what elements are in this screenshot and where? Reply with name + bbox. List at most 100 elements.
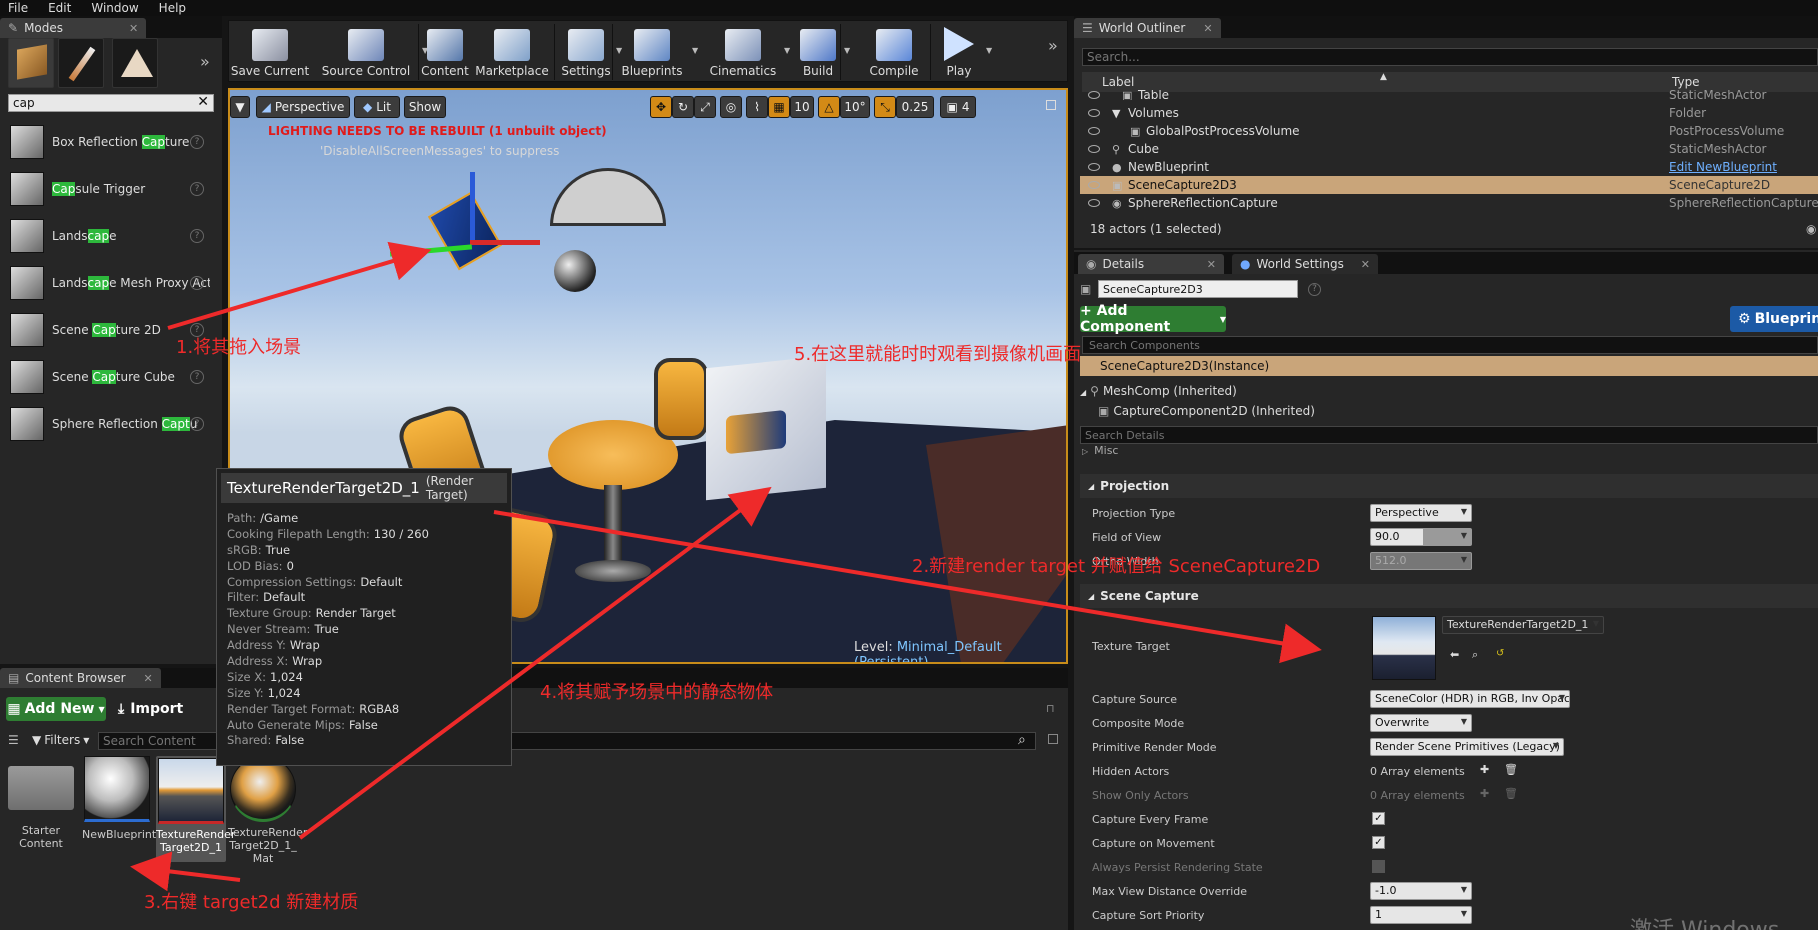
menu-window[interactable]: Window [91, 1, 138, 15]
grid-snap-icon[interactable]: ▦ [768, 96, 790, 118]
viewport-options-button[interactable]: ▼ [230, 96, 250, 118]
ortho-width-field[interactable]: 512.0 [1370, 552, 1472, 570]
actor-name-input[interactable] [1098, 280, 1298, 298]
outliner-row[interactable]: ▣ Table StaticMeshActor [1080, 90, 1818, 100]
perspective-button[interactable]: ◢ Perspective [256, 96, 350, 118]
grid-snap-value[interactable]: 10 [790, 96, 814, 118]
close-icon[interactable]: ✕ [1361, 258, 1370, 271]
prim-render-dropdown[interactable]: Render Scene Primitives (Legacy) [1370, 738, 1564, 756]
place-item[interactable]: Capsule Trigger? [10, 169, 210, 209]
use-selected-icon[interactable]: ⬅ [1450, 648, 1459, 661]
scale-snap-icon[interactable]: ⤡ [874, 96, 896, 118]
help-icon[interactable]: ? [190, 370, 204, 384]
sort-priority-field[interactable]: 1 [1370, 906, 1472, 924]
clear-icon[interactable]: ✕ [197, 94, 209, 110]
search-details-input[interactable] [1080, 426, 1818, 444]
chevron-down-icon[interactable]: ▼ [844, 46, 850, 55]
outliner-row[interactable]: ⚲ Cube StaticMeshActor [1080, 140, 1818, 158]
tab-world-outliner[interactable]: ☰ World Outliner ✕ [1074, 18, 1221, 38]
scale-snap-value[interactable]: 0.25 [896, 96, 934, 118]
trash-icon[interactable]: 🗑 [1504, 763, 1518, 776]
on-movement-checkbox[interactable]: ✓ [1372, 836, 1385, 849]
place-item[interactable]: Scene Capture Cube? [10, 357, 210, 397]
chevron-down-icon[interactable]: ▼ [986, 46, 992, 55]
visibility-eye-icon[interactable] [1088, 181, 1100, 189]
visibility-eye-icon[interactable] [1088, 127, 1100, 135]
composite-mode-dropdown[interactable]: Overwrite [1370, 714, 1472, 732]
add-new-button[interactable]: ▦ Add New ▼ [6, 697, 106, 721]
browse-icon[interactable]: ⌕ [1472, 648, 1478, 662]
rotation-snap-icon[interactable]: △ [818, 96, 840, 118]
trash-icon[interactable]: 🗑 [1504, 787, 1518, 800]
lock-icon[interactable]: ⊓ [1046, 702, 1055, 715]
camera-speed-button[interactable]: ▣ 4 [940, 96, 976, 118]
filters-button[interactable]: ▼ Filters ▼ [32, 730, 89, 750]
asset-texture-render-target-mat[interactable]: TextureRender Target2D_1_ Mat [228, 756, 307, 865]
outliner-row[interactable]: ▣ SceneCapture2D3 SceneCapture2D [1080, 176, 1818, 194]
place-item[interactable]: Sphere Reflection Captu? [10, 404, 210, 444]
cinematics-button[interactable]: Cinematics [704, 24, 782, 78]
close-icon[interactable]: ✕ [1203, 22, 1212, 35]
world-space-icon[interactable]: ◎ [720, 96, 742, 118]
tab-modes[interactable]: ✎ Modes ✕ [0, 18, 147, 38]
visibility-eye-icon[interactable] [1088, 91, 1100, 99]
rotation-snap-value[interactable]: 10° [840, 96, 870, 118]
outliner-row[interactable]: ● NewBlueprint Edit NewBlueprint [1080, 158, 1818, 176]
scene-capture-section[interactable]: ◢ Scene Capture [1080, 584, 1818, 608]
help-icon[interactable]: ? [190, 182, 204, 196]
add-component-button[interactable]: + Add Component ▼ [1080, 303, 1226, 335]
close-icon[interactable]: ✕ [144, 672, 153, 685]
scale-tool-icon[interactable]: ⤢ [694, 96, 716, 118]
place-item[interactable]: Landscape Mesh Proxy Act? [10, 263, 210, 303]
outliner-row[interactable]: ▼ Volumes Folder [1080, 104, 1818, 122]
paint-mode-button[interactable] [58, 38, 104, 88]
column-label[interactable]: Label [1102, 75, 1134, 89]
menu-file[interactable]: File [8, 1, 28, 15]
lit-button[interactable]: ◆ Lit [354, 96, 400, 118]
search-icon[interactable]: ⌕ [1018, 732, 1026, 748]
visibility-eye-icon[interactable] [1088, 199, 1100, 207]
expand-icon[interactable]: » [200, 52, 210, 71]
build-button[interactable]: Build [794, 24, 842, 78]
chevron-down-icon[interactable]: ▼ [784, 46, 790, 55]
add-element-icon[interactable]: ✚ [1480, 787, 1489, 800]
close-icon[interactable]: ✕ [1207, 258, 1216, 271]
texture-target-thumbnail[interactable] [1372, 616, 1436, 680]
show-button[interactable]: Show [404, 96, 446, 118]
meshcomp-row[interactable]: ◢ ⚲ MeshComp (Inherited) [1080, 384, 1237, 398]
landscape-mode-button[interactable] [112, 38, 158, 88]
blueprint-button[interactable]: ⚙ Blueprin [1730, 306, 1818, 332]
content-button[interactable]: Content [420, 24, 470, 78]
menu-help[interactable]: Help [159, 1, 186, 15]
view-options-icon[interactable]: ◉ [1806, 222, 1816, 236]
translate-tool-icon[interactable]: ✥ [650, 96, 672, 118]
place-item[interactable]: Landscape? [10, 216, 210, 256]
component-instance-row[interactable]: SceneCapture2D3(Instance) [1080, 356, 1818, 376]
capture-source-dropdown[interactable]: SceneColor (HDR) in RGB, Inv Opacity in … [1370, 690, 1570, 708]
visibility-eye-icon[interactable] [1088, 145, 1100, 153]
menu-edit[interactable]: Edit [48, 1, 71, 15]
source-control-button[interactable]: Source Control [312, 24, 420, 78]
column-type[interactable]: Type [1672, 75, 1700, 89]
help-icon[interactable]: ? [190, 417, 204, 431]
save-current-button[interactable]: Save Current [230, 24, 310, 78]
close-icon[interactable]: ✕ [129, 22, 138, 35]
visibility-eye-icon[interactable] [1088, 163, 1100, 171]
modes-search-input[interactable] [9, 95, 189, 111]
asset-newblueprint[interactable]: NewBlueprint [82, 756, 156, 841]
import-button[interactable]: ⤓ Import [118, 697, 198, 721]
save-icon[interactable] [1048, 734, 1058, 744]
asset-texture-render-target[interactable]: TextureRender Target2D_1 [156, 756, 235, 862]
add-element-icon[interactable]: ✚ [1480, 763, 1489, 776]
help-icon[interactable]: ? [1308, 283, 1321, 296]
rotate-tool-icon[interactable]: ↻ [672, 96, 694, 118]
outliner-row[interactable]: ◉ SphereReflectionCapture SphereReflection… [1080, 194, 1818, 212]
texture-target-dropdown[interactable]: TextureRenderTarget2D_1 [1442, 616, 1604, 634]
visibility-eye-icon[interactable] [1088, 109, 1100, 117]
max-view-field[interactable]: -1.0 [1370, 882, 1472, 900]
capturecomp-row[interactable]: ▣ CaptureComponent2D (Inherited) [1098, 404, 1315, 418]
help-icon[interactable]: ? [190, 135, 204, 149]
persist-checkbox[interactable] [1372, 860, 1385, 873]
maximize-icon[interactable] [1046, 100, 1056, 110]
projection-section[interactable]: ◢ Projection [1080, 474, 1818, 498]
